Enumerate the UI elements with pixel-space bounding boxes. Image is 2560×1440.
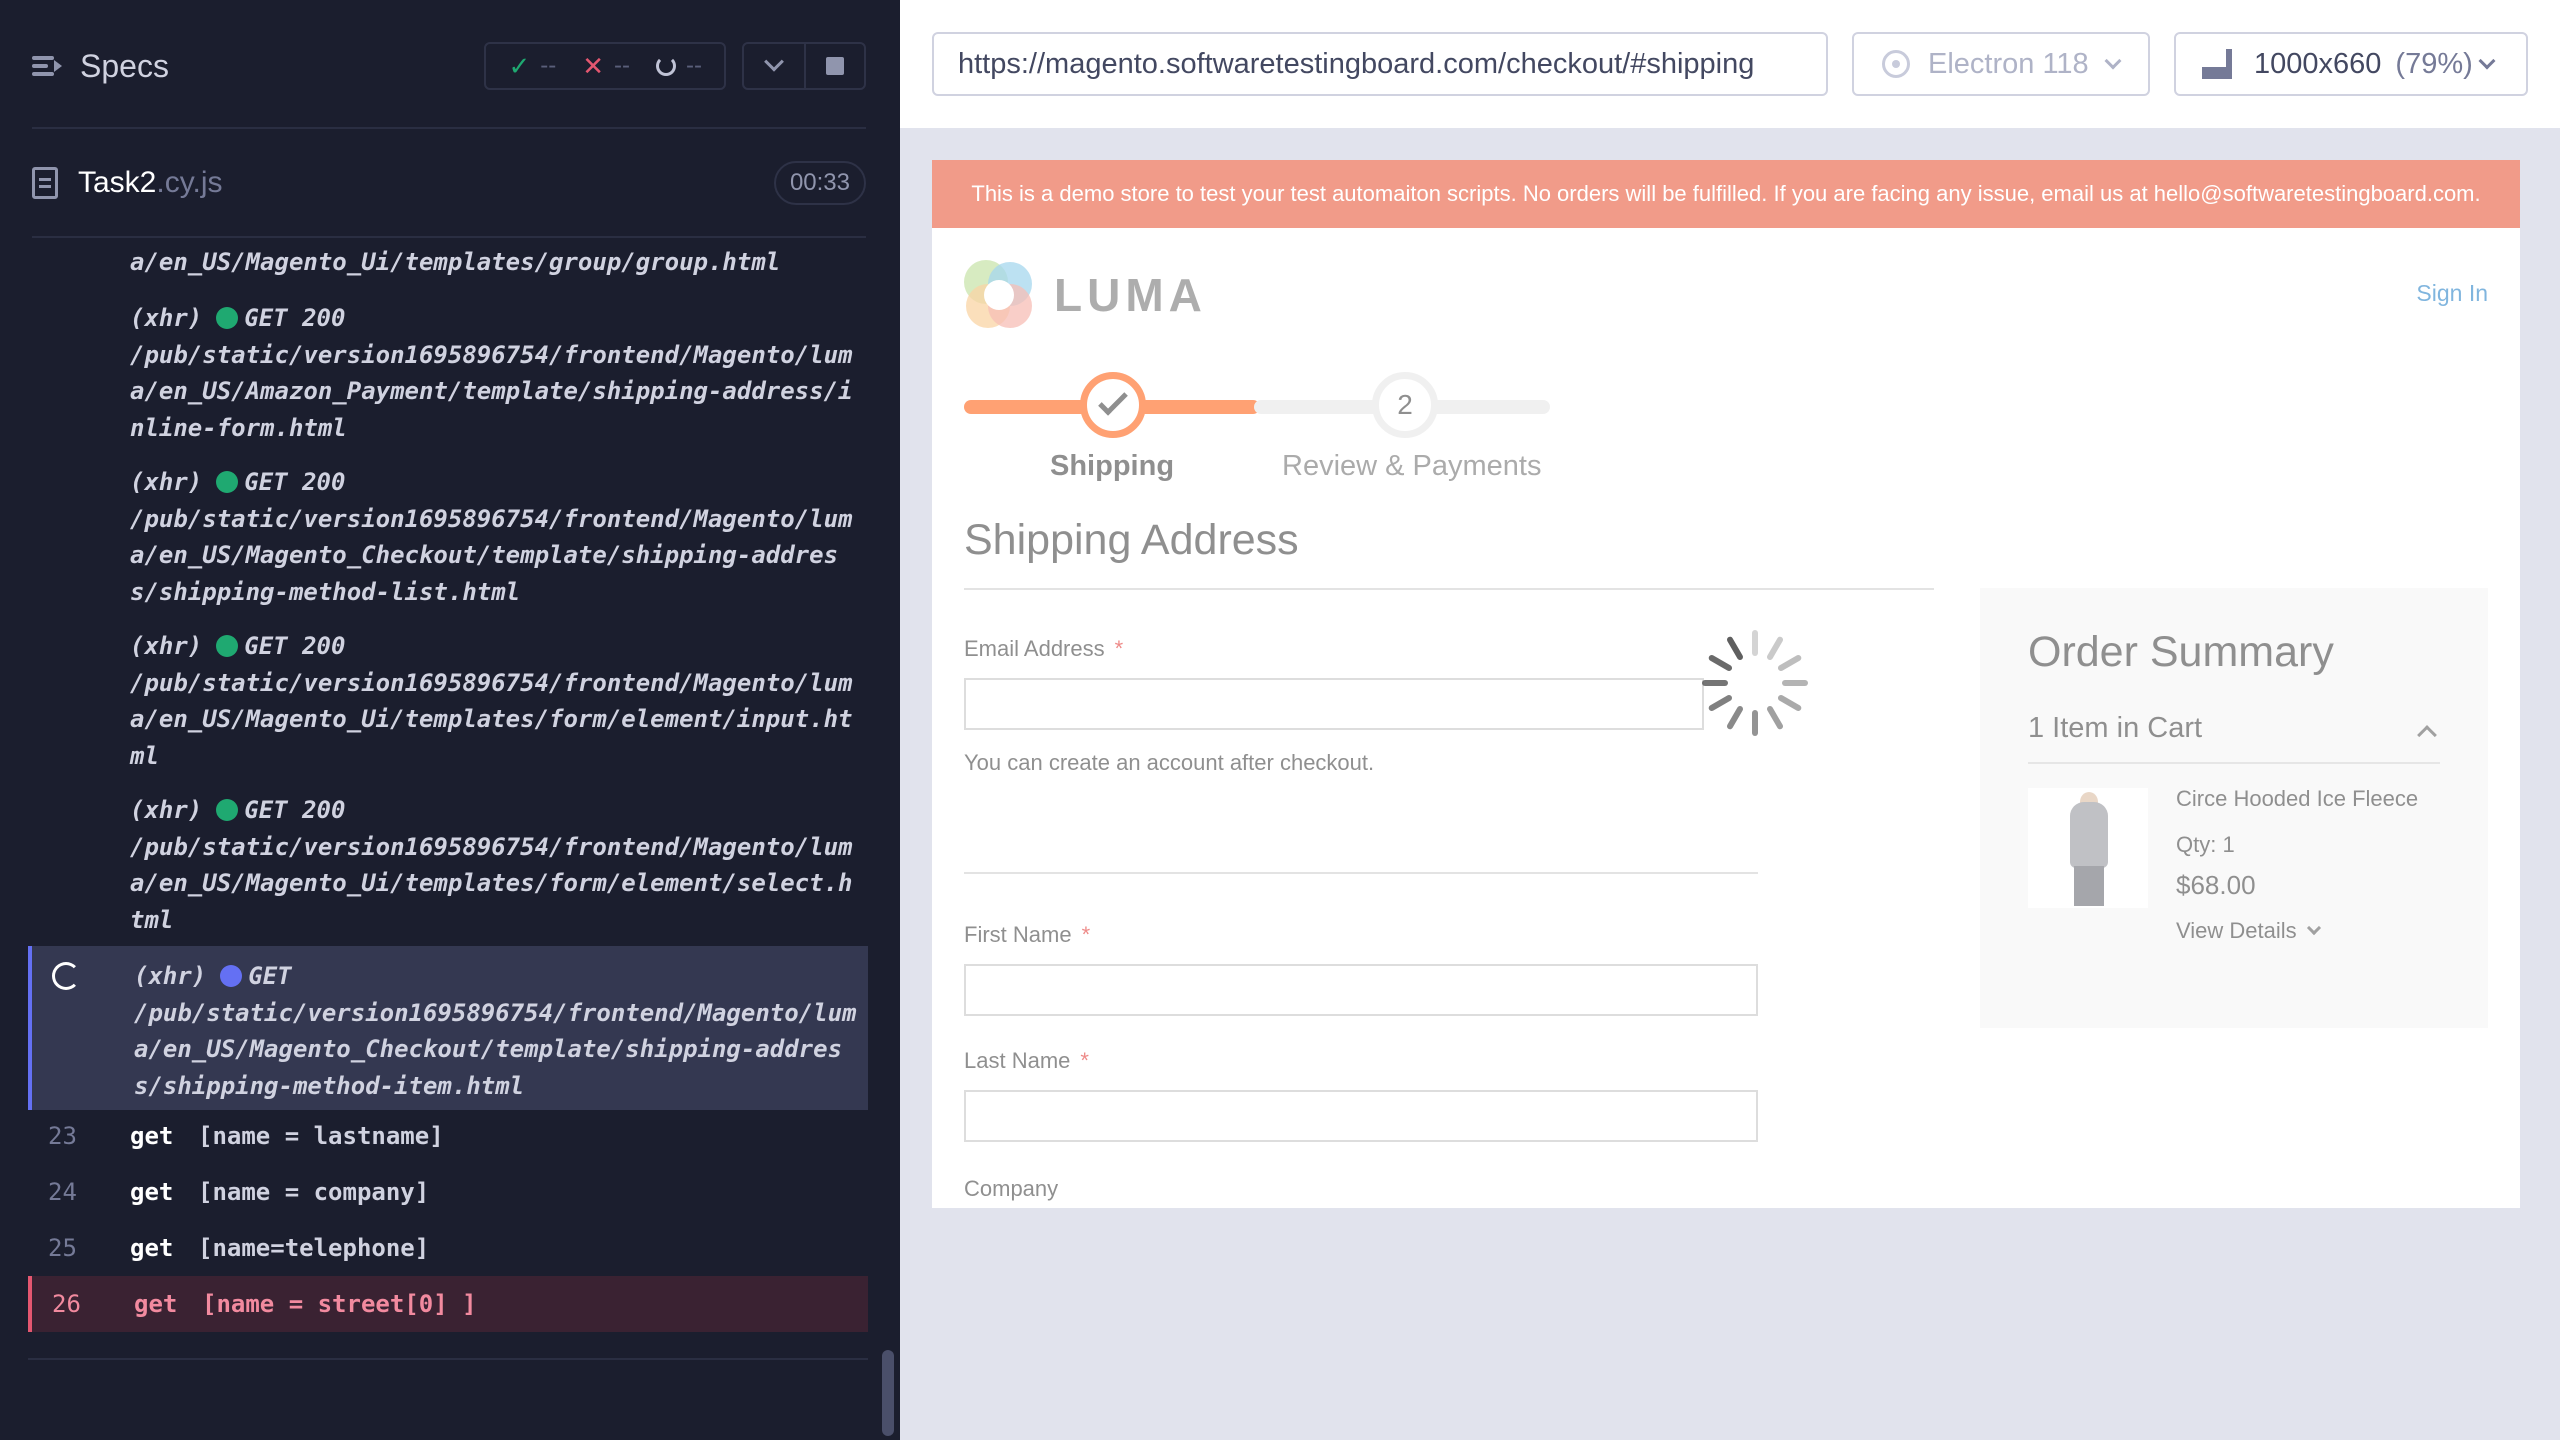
command-row[interactable]: 23 get [name = lastname] xyxy=(28,1108,868,1164)
xhr-log-entry[interactable]: a/en_US/Magento_Ui/templates/group/group… xyxy=(28,244,868,281)
xhr-log-entry-pending[interactable]: (xhr) GET/pub/static/version1695896754/fr… xyxy=(28,946,868,1110)
spec-name: Task2 xyxy=(78,166,157,199)
loader-spoke xyxy=(1707,693,1734,713)
loader-spoke xyxy=(1765,635,1785,662)
xhr-log-entry[interactable]: (xhr) GET 200/pub/static/version169589675… xyxy=(28,628,868,774)
spec-header[interactable]: Task2 .cy.js 00:33 xyxy=(32,150,866,216)
divider xyxy=(28,1358,868,1360)
status-dot-icon xyxy=(216,799,239,821)
cypress-reporter: Specs ✓ -- ✕ -- -- Task2 .cy.js 00:33 a/en_… xyxy=(0,0,900,1440)
spec-duration: 00:33 xyxy=(773,161,866,205)
viewport-selector[interactable]: 1000x660 (79%) xyxy=(2174,32,2528,96)
passed-stat: ✓ -- xyxy=(508,50,557,81)
xhr-url: /pub/static/version1695896754/frontend/M… xyxy=(130,832,853,934)
scrollbar[interactable] xyxy=(882,1350,894,1436)
status-dot-icon xyxy=(216,471,239,493)
ruler-icon xyxy=(2202,49,2232,79)
xhr-url: /pub/static/version1695896754/frontend/M… xyxy=(130,668,853,770)
specs-menu-icon[interactable] xyxy=(32,52,62,80)
stop-icon xyxy=(826,57,844,75)
electron-icon xyxy=(1882,50,1910,78)
xhr-log-entry[interactable]: (xhr) GET 200/pub/static/version169589675… xyxy=(28,464,868,610)
command-row[interactable]: 25 get [name=telephone] xyxy=(28,1220,868,1276)
loader-spoke xyxy=(1782,680,1808,686)
loader-spoke xyxy=(1752,630,1758,656)
file-icon xyxy=(32,167,58,199)
demo-banner: This is a demo store to test your test a… xyxy=(932,160,2520,228)
xhr-log-entry[interactable]: (xhr) GET 200/pub/static/version169589675… xyxy=(28,792,868,938)
stop-button[interactable] xyxy=(804,44,864,88)
specs-title[interactable]: Specs xyxy=(80,48,484,85)
loader-spoke xyxy=(1707,653,1734,673)
divider xyxy=(32,127,866,129)
loader-spoke xyxy=(1765,704,1785,731)
xhr-url: /pub/static/version1695896754/frontend/M… xyxy=(130,340,853,442)
chevron-down-icon xyxy=(764,51,784,72)
loader-spoke xyxy=(1725,635,1745,662)
status-dot-icon xyxy=(216,307,239,329)
pending-icon xyxy=(656,56,677,76)
xhr-url: /pub/static/version1695896754/frontend/M… xyxy=(134,998,857,1100)
status-dot-icon xyxy=(220,965,243,987)
aut-toolbar: https://magento.softwaretestingboard.com… xyxy=(900,0,2560,128)
app-under-test: https://magento.softwaretestingboard.com… xyxy=(900,0,2560,1440)
loading-spinner-icon xyxy=(52,962,80,990)
xhr-url: /pub/static/version1695896754/frontend/M… xyxy=(130,504,853,606)
command-row-failed[interactable]: 26 get [name = street[0] ] xyxy=(28,1276,868,1332)
url-field[interactable]: https://magento.softwaretestingboard.com… xyxy=(932,32,1828,96)
loader-spoke xyxy=(1725,704,1745,731)
expand-button[interactable] xyxy=(744,44,804,88)
chevron-down-icon xyxy=(2104,52,2122,70)
x-icon: ✕ xyxy=(582,50,605,81)
chevron-down-icon xyxy=(2478,52,2496,70)
spec-extension: .cy.js xyxy=(156,166,223,199)
loader-spoke xyxy=(1776,653,1803,673)
browser-selector[interactable]: Electron 118 xyxy=(1852,32,2150,96)
test-stats: ✓ -- ✕ -- -- xyxy=(484,42,726,90)
loader-spoke xyxy=(1702,680,1728,686)
xhr-url: a/en_US/Magento_Ui/templates/group/group… xyxy=(130,248,781,276)
failed-stat: ✕ -- xyxy=(582,50,631,81)
loader-spoke xyxy=(1776,693,1803,713)
site-frame: This is a demo store to test your test a… xyxy=(932,160,2520,1208)
loading-spinner-icon xyxy=(1702,630,1808,736)
run-controls xyxy=(742,42,866,90)
check-icon: ✓ xyxy=(508,50,531,81)
command-row[interactable]: 24 get [name = company] xyxy=(28,1164,868,1220)
command-log[interactable]: a/en_US/Magento_Ui/templates/group/group… xyxy=(28,238,868,1336)
status-dot-icon xyxy=(216,635,239,657)
reporter-header: Specs ✓ -- ✕ -- -- xyxy=(32,30,866,102)
xhr-log-entry[interactable]: (xhr) GET 200/pub/static/version169589675… xyxy=(28,300,868,446)
pending-stat: -- xyxy=(656,52,702,80)
loader-spoke xyxy=(1752,710,1758,736)
